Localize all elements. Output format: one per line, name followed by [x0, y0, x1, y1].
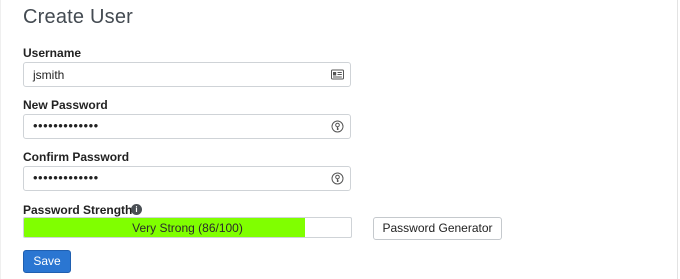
- info-icon[interactable]: i: [131, 204, 142, 215]
- page-title: Create User: [23, 6, 134, 28]
- id-card-icon: [331, 68, 344, 81]
- username-value: jsmith: [33, 68, 65, 82]
- new-password-label: New Password: [23, 98, 108, 112]
- key-icon[interactable]: [331, 120, 344, 133]
- password-generator-button[interactable]: Password Generator: [373, 217, 502, 240]
- password-strength-label: Password Strength: [23, 203, 133, 217]
- create-user-panel: Create User Username jsmith New Password…: [0, 0, 678, 279]
- new-password-value: •••••••••••••: [33, 118, 99, 133]
- new-password-field[interactable]: •••••••••••••: [23, 114, 351, 139]
- confirm-password-field[interactable]: •••••••••••••: [23, 166, 351, 191]
- username-label: Username: [23, 46, 82, 60]
- username-field[interactable]: jsmith: [23, 62, 351, 87]
- key-icon[interactable]: [331, 172, 344, 185]
- password-strength-text: Very Strong (86/100): [132, 221, 243, 235]
- confirm-password-value: •••••••••••••: [33, 170, 99, 185]
- confirm-password-label: Confirm Password: [23, 150, 130, 164]
- save-button[interactable]: Save: [23, 250, 71, 273]
- password-strength-meter: Very Strong (86/100): [23, 217, 352, 238]
